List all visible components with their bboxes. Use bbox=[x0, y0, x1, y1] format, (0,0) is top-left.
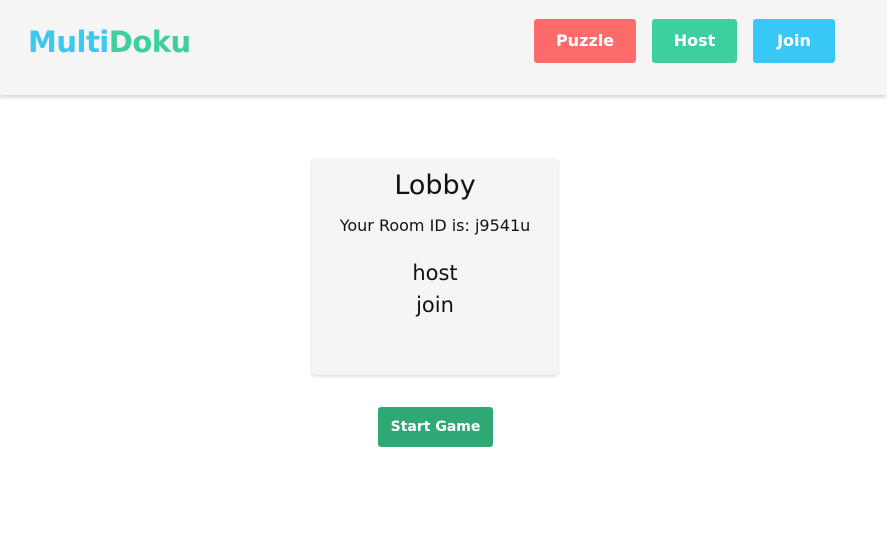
lobby-title: Lobby bbox=[394, 170, 476, 201]
start-game-button[interactable]: Start Game bbox=[378, 407, 493, 447]
app-logo[interactable]: MultiDoku bbox=[28, 24, 191, 60]
host-button[interactable]: Host bbox=[652, 19, 737, 63]
lobby-card: Lobby Your Room ID is: j9541u host join bbox=[312, 159, 558, 375]
navbar: MultiDoku Puzzle Host Join bbox=[0, 0, 887, 95]
puzzle-button[interactable]: Puzzle bbox=[534, 19, 636, 63]
logo-part-multi: Multi bbox=[28, 25, 109, 59]
player-item-host: host bbox=[412, 261, 458, 285]
player-item-join: join bbox=[416, 293, 454, 317]
logo-part-doku: Doku bbox=[108, 25, 191, 59]
player-list: host join bbox=[312, 257, 558, 321]
room-id-text: Your Room ID is: j9541u bbox=[339, 216, 531, 235]
join-button[interactable]: Join bbox=[753, 19, 835, 63]
